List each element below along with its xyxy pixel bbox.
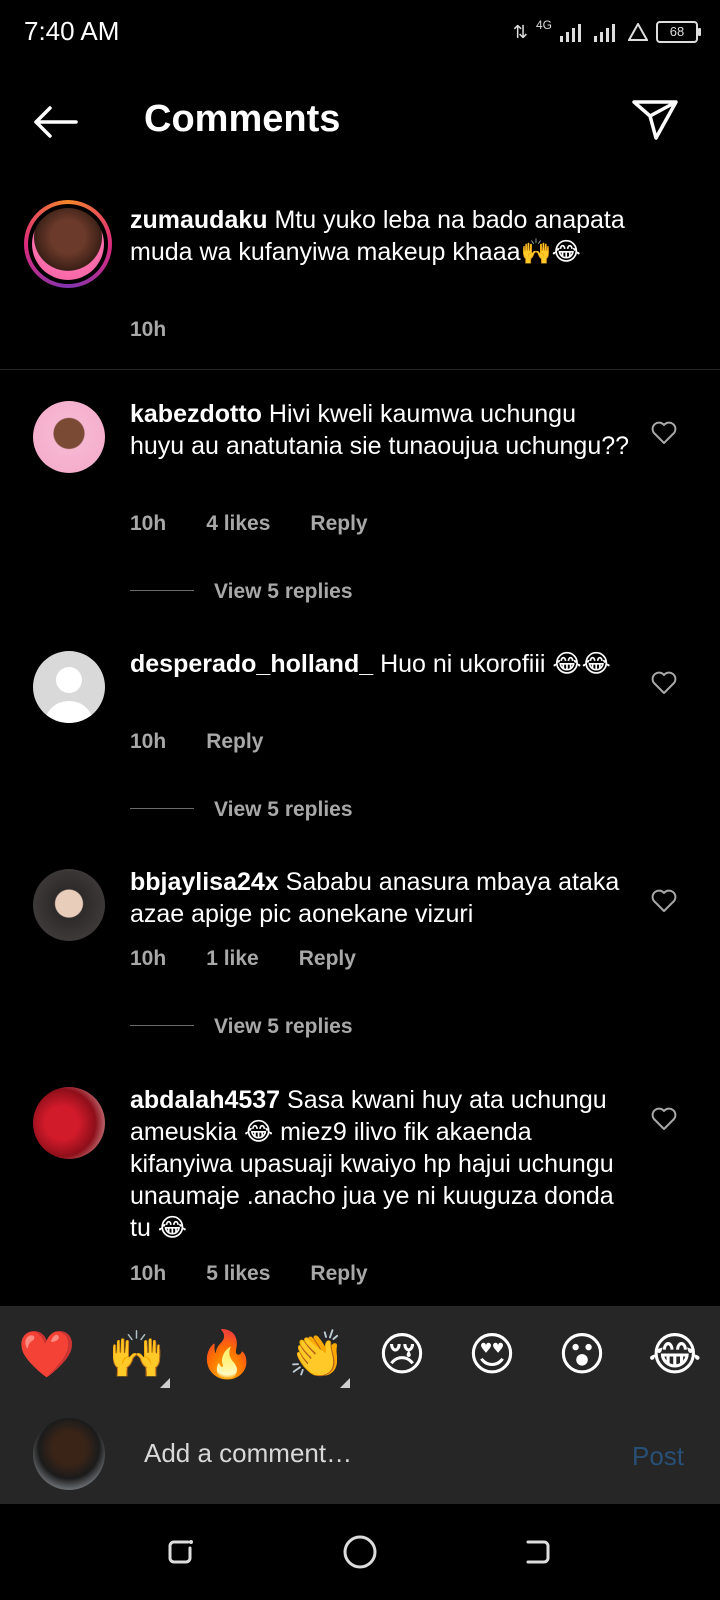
comment-text: bbjaylisa24x Sababu anasura mbaya ataka … (130, 866, 630, 930)
reaction-raised-hands[interactable]: 🙌 (108, 1328, 165, 1380)
comment-username[interactable]: kabezdotto (130, 400, 262, 428)
caption-text: zumaudaku Mtu yuko leba na bado anapata … (130, 204, 630, 268)
network-type: 4G (535, 18, 552, 32)
reaction-heart[interactable]: ❤️ (18, 1328, 75, 1380)
like-heart-icon[interactable] (651, 889, 677, 913)
send-icon[interactable] (630, 96, 680, 142)
status-icons: ⇅ 4G 68 (512, 18, 701, 46)
system-nav-bar (0, 1504, 720, 1600)
battery-icon: 68 (656, 21, 701, 43)
comment-likes[interactable]: 5 likes (206, 1262, 270, 1286)
reply-button[interactable]: Reply (299, 947, 356, 971)
comment-meta: 10h Reply (130, 730, 263, 754)
comment-text: desperado_holland_ Huo ni ukorofiii 😂😂 (130, 648, 630, 680)
comment-avatar[interactable] (33, 651, 105, 723)
comment-meta: 10h 1 like Reply (130, 947, 356, 971)
comment-avatar[interactable] (33, 869, 105, 941)
reaction-crying[interactable]: 😢 (378, 1328, 426, 1380)
comment-username[interactable]: desperado_holland_ (130, 650, 373, 678)
comment-likes[interactable]: 1 like (206, 947, 259, 971)
comment-composer (0, 1402, 720, 1504)
warning-icon (628, 23, 648, 41)
data-arrows-icon: ⇅ (512, 21, 528, 42)
comment-input[interactable]: Add a comment… (144, 1438, 352, 1469)
comment-text: kabezdotto Hivi kweli kaumwa uchungu huy… (130, 398, 630, 462)
post-button[interactable]: Post (632, 1441, 684, 1472)
current-user-avatar (33, 1418, 105, 1490)
divider-line (130, 808, 194, 809)
divider-line (130, 1025, 194, 1026)
home-icon[interactable] (342, 1534, 378, 1570)
skin-tone-indicator (340, 1378, 350, 1388)
reaction-clap[interactable]: 👏 (288, 1328, 345, 1380)
caption-username[interactable]: zumaudaku (130, 206, 268, 234)
comment-avatar[interactable] (33, 401, 105, 473)
comment-username[interactable]: bbjaylisa24x (130, 868, 279, 896)
view-replies-button[interactable]: View 5 replies (214, 798, 353, 822)
reaction-wow[interactable]: 😮 (558, 1328, 606, 1380)
comment-text: abdalah4537 Sasa kwani huy ata uchungu a… (130, 1084, 630, 1244)
like-heart-icon[interactable] (651, 671, 677, 695)
signal-icon (560, 24, 581, 42)
comment-avatar[interactable] (33, 1087, 105, 1159)
default-user-icon (45, 667, 93, 723)
comment-meta: 10h 4 likes Reply (130, 512, 368, 536)
back-arrow-icon[interactable] (30, 102, 80, 142)
page-title: Comments (144, 98, 341, 140)
divider (0, 369, 720, 370)
view-replies-button[interactable]: View 5 replies (214, 580, 353, 604)
comment-time: 10h (130, 1262, 167, 1285)
caption-avatar[interactable] (24, 200, 112, 288)
reply-button[interactable]: Reply (310, 1262, 367, 1286)
view-replies-button[interactable]: View 5 replies (214, 1015, 353, 1039)
reaction-fire[interactable]: 🔥 (198, 1328, 255, 1380)
comment-username[interactable]: abdalah4537 (130, 1086, 280, 1114)
comment-meta: 10h 5 likes Reply (130, 1262, 368, 1286)
like-heart-icon[interactable] (651, 421, 677, 445)
recent-apps-icon[interactable] (164, 1536, 196, 1568)
signal-icon-2 (594, 24, 615, 42)
comment-time: 10h (130, 512, 167, 535)
reaction-laughing[interactable]: 😂 (648, 1328, 702, 1380)
skin-tone-indicator (160, 1378, 170, 1388)
caption-meta: 10h (130, 318, 166, 342)
reply-button[interactable]: Reply (310, 512, 367, 536)
comment-body: Huo ni ukorofiii 😂😂 (380, 650, 611, 678)
reaction-bar: ❤️ 🙌 🔥 👏 😢 😍 😮 😂 (0, 1306, 720, 1402)
comment-time: 10h (130, 947, 167, 970)
comment-likes[interactable]: 4 likes (206, 512, 270, 536)
like-heart-icon[interactable] (651, 1107, 677, 1131)
caption-time: 10h (130, 318, 167, 341)
comment-time: 10h (130, 730, 167, 753)
reply-button[interactable]: Reply (206, 730, 263, 754)
divider-line (130, 590, 194, 591)
back-nav-icon[interactable] (522, 1536, 554, 1568)
status-time: 7:40 AM (24, 16, 120, 46)
reaction-heart-eyes[interactable]: 😍 (468, 1328, 516, 1380)
